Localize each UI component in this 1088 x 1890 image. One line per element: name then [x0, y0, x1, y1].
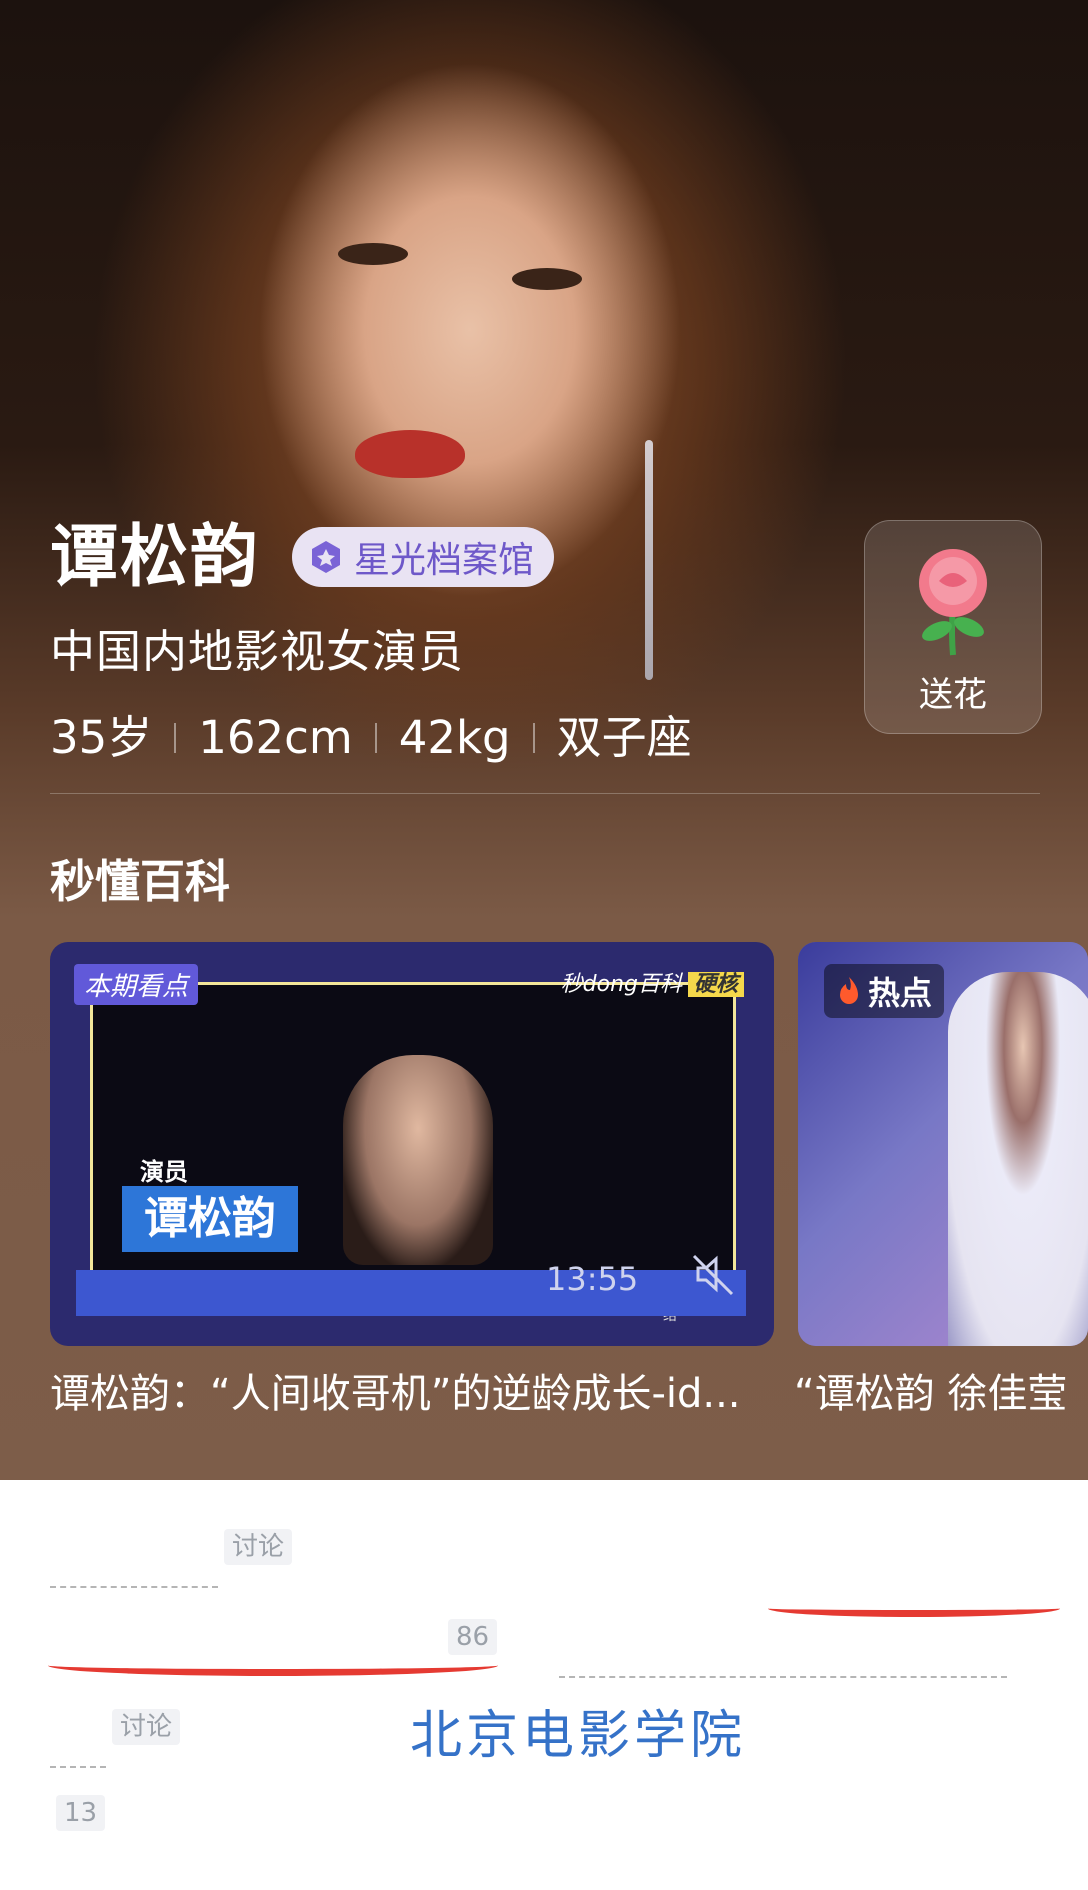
summary-line-3: 员讨论 ，毕业于北京电影学院表演专业 [50, 1700, 970, 1772]
video-brand-logo: 秒dong百科 硬核 [561, 966, 744, 998]
person-stats: 35岁 162cm 42kg 双子座 [50, 708, 692, 768]
hero-photo-eye-right [512, 268, 582, 290]
section-title: 秒懂百科 [50, 855, 231, 908]
video-caption[interactable]: 谭松韵：“人间收哥机”的逆龄成长-id... [50, 1366, 741, 1422]
summary-graduate-text: ，毕业于 [186, 1706, 411, 1766]
fire-icon [840, 977, 858, 1004]
person-name: 谭松韵 [50, 518, 261, 597]
school-link[interactable]: 北京电影学院 [410, 1706, 746, 1766]
video-tag: 本期看点 [74, 964, 199, 1005]
summary-period: 。 [111, 1792, 168, 1852]
video-duration: 13:55 [546, 1260, 639, 1298]
discussion-tag[interactable]: 讨论 [112, 1709, 181, 1745]
summary-comma: ， [503, 1616, 560, 1676]
red-underline-annotation [48, 1655, 498, 1676]
hot-video-thumbnail-person [948, 972, 1088, 1346]
stat-separator [174, 723, 177, 753]
reference-count[interactable]: 86 [448, 1619, 498, 1655]
discussion-tag[interactable]: 讨论 [224, 1529, 293, 1565]
video-role-label: 演员 [140, 1158, 188, 1186]
video-player-bar [76, 1270, 746, 1316]
hot-tag-label: 热点 [868, 974, 933, 1012]
mute-icon[interactable] [690, 1250, 738, 1298]
send-flower-button[interactable]: 送花 [864, 520, 1042, 734]
brand-logo-text: 秒dong百科 [560, 972, 682, 997]
summary-line-1: 谭松韵 讨论 ，1990年5月31日出生于四川 [50, 1520, 1062, 1592]
archive-badge-label: 星光档案馆 [354, 540, 535, 581]
stat-height: 162cm [198, 711, 353, 764]
hero-photo-eye-left [338, 243, 408, 265]
summary-line-4: 13。 [50, 1786, 167, 1858]
person-occupation: 中国内地影视女演员 [50, 625, 465, 678]
summary-name-link[interactable]: 谭松韵 [50, 1526, 219, 1588]
send-flower-label: 送花 [919, 675, 987, 715]
archive-badge[interactable]: 星光档案馆 [292, 527, 555, 587]
summary-occupation-link-end[interactable]: 员 [50, 1706, 107, 1768]
reference-count[interactable]: 13 [56, 1795, 106, 1831]
stat-age: 35岁 [50, 711, 153, 764]
summary-birth-text: ，1990年5月31日出生于四川 [298, 1526, 1062, 1586]
brand-logo-badge: 硬核 [687, 972, 744, 997]
stat-weight: 42kg [398, 711, 511, 764]
summary-major-text: 表演专业 [746, 1706, 971, 1766]
hot-tag: 热点 [824, 964, 945, 1018]
video-thumbnail-person [343, 1055, 493, 1265]
hero-photo-lips [355, 430, 465, 478]
profile-divider [50, 793, 1040, 794]
summary-occupation-link[interactable]: 中国内地影视女演 [559, 1616, 1008, 1678]
hexagon-star-icon [312, 541, 340, 573]
video-card[interactable]: 素材来自网络 本期看点 秒dong百科硬核 演员 谭松韵 13:55 [50, 942, 774, 1346]
hot-video-caption[interactable]: “谭松韵 徐佳莹 [794, 1366, 1067, 1422]
hot-video-card[interactable]: 热点 [798, 942, 1088, 1346]
stat-zodiac: 双子座 [556, 711, 692, 764]
video-name-banner: 谭松韵 [122, 1186, 298, 1252]
stat-separator [374, 723, 377, 753]
hero-photo-earring [645, 440, 653, 680]
stat-separator [532, 723, 535, 753]
rose-icon [919, 549, 987, 656]
